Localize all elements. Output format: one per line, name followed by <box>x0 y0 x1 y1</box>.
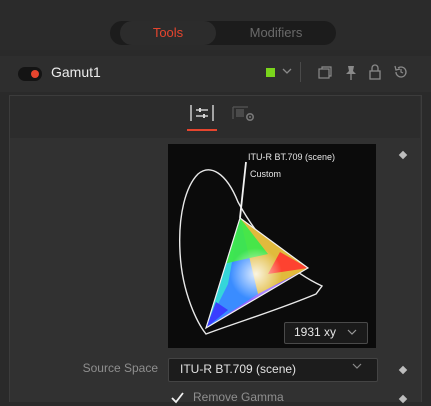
source-space-label: Source Space <box>82 361 158 375</box>
sliders-icon <box>190 105 214 121</box>
chromaticity-diagram[interactable]: ITU-R BT.709 (scene) Custom <box>168 144 376 348</box>
node-color-swatch[interactable] <box>266 68 275 77</box>
diagram-type-value: 1931 xy <box>294 325 337 339</box>
pin-icon[interactable] <box>344 65 358 86</box>
source-space-value: ITU-R BT.709 (scene) <box>180 362 297 376</box>
toggle-indicator <box>31 70 39 78</box>
divider <box>300 62 301 82</box>
checkmark-icon <box>171 392 184 404</box>
remove-gamma-label: Remove Gamma <box>193 390 284 404</box>
node-title: Gamut1 <box>51 64 101 80</box>
diagram-type-select[interactable]: 1931 xy <box>284 322 368 344</box>
lock-icon[interactable] <box>369 64 381 85</box>
controls-tab[interactable] <box>188 101 216 125</box>
reset-icon[interactable] <box>393 64 409 85</box>
label-custom: Custom <box>250 169 281 179</box>
active-tab-indicator <box>187 129 217 131</box>
label-space: ITU-R BT.709 (scene) <box>248 152 335 162</box>
settings-tab[interactable] <box>230 101 258 125</box>
remove-gamma-checkbox[interactable] <box>171 392 184 404</box>
chevron-down-icon <box>347 325 357 344</box>
chevron-down-icon <box>352 358 362 375</box>
tab-modifiers[interactable]: Modifiers <box>222 21 330 45</box>
chevron-down-icon[interactable] <box>282 64 292 81</box>
tab-tools[interactable]: Tools <box>120 21 216 45</box>
window-icon[interactable] <box>318 66 332 85</box>
settings-gear-icon <box>232 106 254 122</box>
